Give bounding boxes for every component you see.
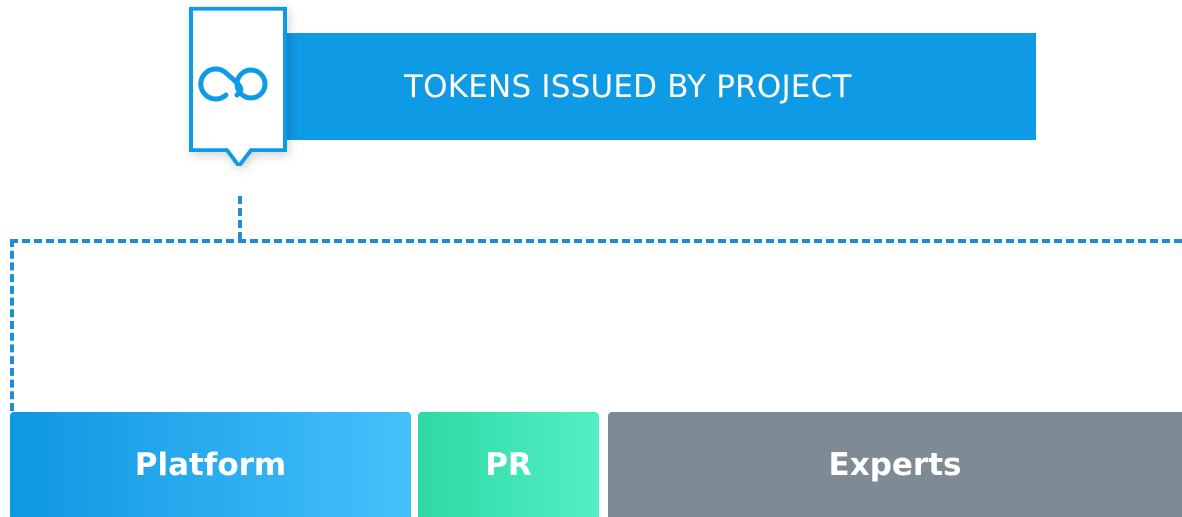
category-pr: PR xyxy=(418,412,599,517)
connector-vertical-line xyxy=(238,196,242,240)
category-pr-label: PR xyxy=(485,446,532,483)
token-diagram: TOKENS ISSUED BY PROJECT Platform PR Exp… xyxy=(0,0,1182,517)
category-experts: Experts xyxy=(608,412,1182,517)
category-experts-label: Experts xyxy=(828,446,962,483)
title-banner: TOKENS ISSUED BY PROJECT xyxy=(276,33,1036,140)
connector-horizontal-line xyxy=(10,239,1182,243)
banner-title: TOKENS ISSUED BY PROJECT xyxy=(404,68,852,105)
connector-left-line xyxy=(10,239,14,411)
category-platform: Platform xyxy=(10,412,411,517)
logo-tag xyxy=(189,6,287,166)
category-platform-label: Platform xyxy=(134,446,287,483)
